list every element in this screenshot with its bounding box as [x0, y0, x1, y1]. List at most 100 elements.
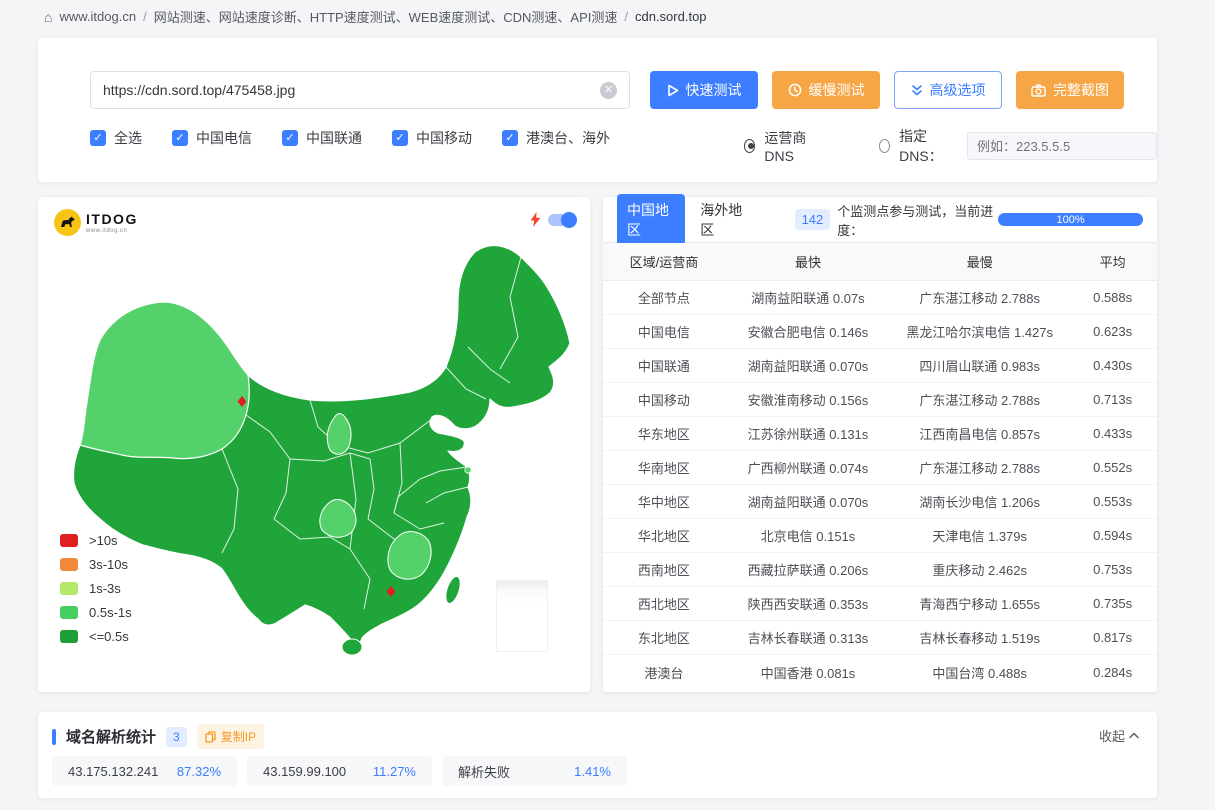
cell-slowest: 四川眉山联通 0.983s: [891, 356, 1068, 375]
legend-item: >10s: [60, 533, 132, 548]
cell-region: 华北地区: [603, 526, 725, 545]
legend-item: 1s-3s: [60, 581, 132, 596]
speed-mode-toggle[interactable]: [548, 214, 575, 226]
legend-swatch: [60, 630, 78, 643]
custom-dns-input[interactable]: [967, 132, 1157, 160]
chevron-up-icon: [1129, 732, 1139, 739]
table-row: 西南地区 西藏拉萨联通 0.206s 重庆移动 2.462s 0.753s: [603, 553, 1157, 587]
table-row: 中国联通 湖南益阳联通 0.070s 四川眉山联通 0.983s 0.430s: [603, 349, 1157, 383]
collapse-button[interactable]: 收起: [1099, 726, 1139, 745]
home-icon[interactable]: ⌂: [44, 9, 52, 25]
cell-average: 0.553s: [1068, 494, 1157, 509]
ip-value: 解析失败: [458, 762, 510, 781]
carrier-dns-label: 运营商DNS: [764, 128, 820, 164]
isp-checkbox[interactable]: ✓ 全选: [90, 128, 142, 148]
cell-region: 中国联通: [603, 356, 725, 375]
checkbox-label: 中国移动: [416, 128, 472, 148]
dns-option-row: 运营商DNS 指定DNS：: [744, 126, 1157, 166]
cell-region: 华南地区: [603, 458, 725, 477]
table-row: 中国电信 安徽合肥电信 0.146s 黑龙江哈尔滨电信 1.427s 0.623…: [603, 315, 1157, 349]
tab-china-region[interactable]: 中国地区: [617, 194, 685, 246]
ip-percentage: 11.27%: [373, 764, 416, 779]
table-row: 华东地区 江苏徐州联通 0.131s 江西南昌电信 0.857s 0.433s: [603, 417, 1157, 451]
breadcrumb: ⌂ www.itdog.cn / 网站测速、网站速度诊断、HTTP速度测试、WE…: [44, 7, 707, 26]
url-input[interactable]: [103, 82, 600, 98]
camera-icon: [1031, 84, 1046, 97]
dns-stats-card: 域名解析统计 3 复制IP 收起 43.175.132.241 87.32% 4…: [38, 712, 1157, 798]
ip-stat-chip: 43.159.99.100 11.27%: [247, 756, 432, 786]
breadcrumb-section[interactable]: 网站测速、网站速度诊断、HTTP速度测试、WEB速度测试、CDN测速、API测速: [154, 7, 618, 26]
ip-value: 43.175.132.241: [68, 764, 158, 779]
map-card: ITDOG www.itdog.cn: [38, 197, 590, 692]
itdog-dog-icon: [54, 209, 81, 236]
checkbox-checked-icon: ✓: [90, 130, 106, 146]
cell-region: 华中地区: [603, 492, 725, 511]
ip-percentage: 1.41%: [574, 764, 611, 779]
table-row: 华南地区 广西柳州联通 0.074s 广东湛江移动 2.788s 0.552s: [603, 451, 1157, 485]
title-bar-accent: [52, 729, 56, 745]
ip-stats-row: 43.175.132.241 87.32% 43.159.99.100 11.2…: [52, 756, 627, 786]
radio-custom-dns[interactable]: [879, 139, 890, 153]
table-row: 华北地区 北京电信 0.151s 天津电信 1.379s 0.594s: [603, 519, 1157, 553]
table-row: 全部节点 湖南益阳联通 0.07s 广东湛江移动 2.788s 0.588s: [603, 281, 1157, 315]
isp-checkbox[interactable]: ✓ 中国移动: [392, 128, 472, 148]
cell-average: 0.588s: [1068, 290, 1157, 305]
tab-overseas-region[interactable]: 海外地区: [700, 200, 748, 240]
progress-bar: 100%: [998, 213, 1143, 226]
isp-checkbox[interactable]: ✓ 中国电信: [172, 128, 252, 148]
play-icon: [667, 84, 679, 97]
cell-average: 0.594s: [1068, 528, 1157, 543]
isp-checkbox[interactable]: ✓ 中国联通: [282, 128, 362, 148]
legend-swatch: [60, 558, 78, 571]
cell-average: 0.284s: [1068, 665, 1157, 680]
isp-checkbox[interactable]: ✓ 港澳台、海外: [502, 128, 610, 148]
cell-average: 0.430s: [1068, 358, 1157, 373]
radio-carrier-dns[interactable]: [744, 139, 755, 153]
fast-test-button[interactable]: 快速测试: [650, 71, 758, 109]
table-row: 港澳台 中国香港 0.081s 中国台湾 0.488s 0.284s: [603, 655, 1157, 689]
legend-label: >10s: [89, 533, 118, 548]
cell-fastest: 中国香港 0.081s: [725, 663, 891, 682]
slow-clock-icon: [788, 83, 802, 97]
cell-average: 0.433s: [1068, 426, 1157, 441]
legend-label: 1s-3s: [89, 581, 121, 596]
cell-fastest: 安徽合肥电信 0.146s: [725, 322, 891, 341]
full-screenshot-button[interactable]: 完整截图: [1016, 71, 1124, 109]
cell-fastest: 湖南益阳联通 0.07s: [725, 288, 891, 307]
breadcrumb-current: cdn.sord.top: [635, 9, 707, 24]
slow-test-button[interactable]: 缓慢测试: [772, 71, 880, 109]
cell-fastest: 安徽淮南移动 0.156s: [725, 390, 891, 409]
table-row: 中国移动 安徽淮南移动 0.156s 广东湛江移动 2.788s 0.713s: [603, 383, 1157, 417]
legend-label: <=0.5s: [89, 629, 129, 644]
results-table: 区域/运营商 最快 最慢 平均 全部节点 湖南益阳联通 0.07s 广东湛江移动…: [603, 243, 1157, 689]
copy-ip-button[interactable]: 复制IP: [197, 724, 264, 749]
cell-average: 0.735s: [1068, 596, 1157, 611]
cell-region: 西北地区: [603, 594, 725, 613]
advanced-options-button[interactable]: 高级选项: [894, 71, 1002, 109]
cell-fastest: 湖南益阳联通 0.070s: [725, 492, 891, 511]
legend-swatch: [60, 606, 78, 619]
progress-label: 个监测点参与测试，当前进度：: [837, 201, 994, 239]
cell-region: 西南地区: [603, 560, 725, 579]
cell-fastest: 广西柳州联通 0.074s: [725, 458, 891, 477]
table-row: 西北地区 陕西西安联通 0.353s 青海西宁移动 1.655s 0.735s: [603, 587, 1157, 621]
legend-label: 3s-10s: [89, 557, 128, 572]
cell-region: 东北地区: [603, 628, 725, 647]
cell-slowest: 青海西宁移动 1.655s: [891, 594, 1068, 613]
lightning-icon[interactable]: [530, 212, 541, 227]
table-header: 区域/运营商 最快 最慢 平均: [603, 243, 1157, 281]
checkbox-checked-icon: ✓: [282, 130, 298, 146]
checkbox-label: 全选: [114, 128, 142, 148]
cell-region: 华东地区: [603, 424, 725, 443]
cell-fastest: 北京电信 0.151s: [725, 526, 891, 545]
cell-slowest: 江西南昌电信 0.857s: [891, 424, 1068, 443]
legend-swatch: [60, 582, 78, 595]
checkbox-label: 港澳台、海外: [526, 128, 610, 148]
cell-slowest: 吉林长春移动 1.519s: [891, 628, 1068, 647]
clear-input-icon[interactable]: ✕: [600, 82, 617, 99]
url-input-wrapper: ✕: [90, 71, 630, 109]
checkbox-label: 中国电信: [196, 128, 252, 148]
cell-fastest: 江苏徐州联通 0.131s: [725, 424, 891, 443]
monitor-count-badge: 142: [795, 209, 831, 230]
breadcrumb-home[interactable]: www.itdog.cn: [59, 9, 136, 24]
